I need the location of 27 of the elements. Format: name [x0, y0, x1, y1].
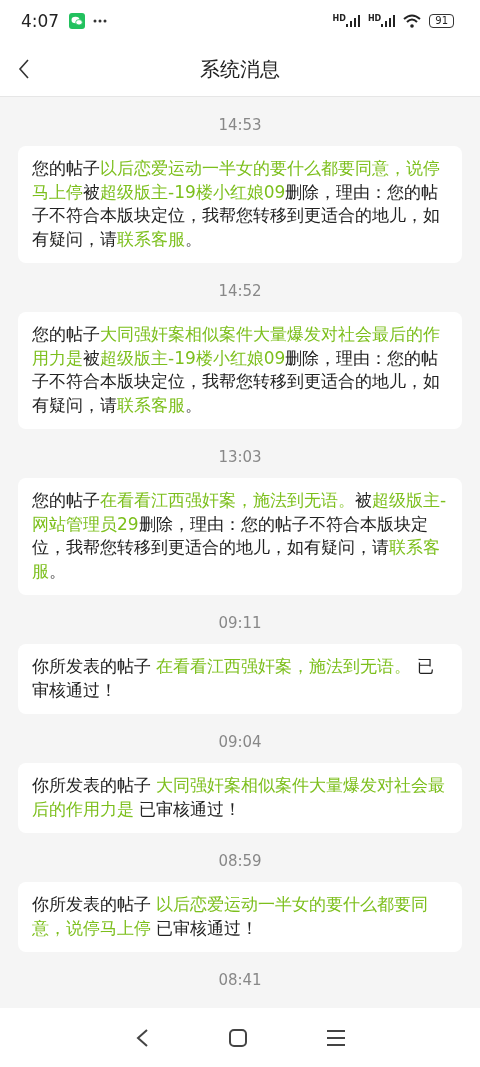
message-text: 您的帖子大同强奸案相似案件大量爆发对社会最后的作用力是被超级版主-19楼小红娘09删除，理由：您的帖子不符合本版块定位，我帮您转移到更适合的地儿，如有疑问，请联系客服。 — [32, 323, 441, 417]
message-text: 您的帖子在看看江西强奸案，施法到无语。被超级版主-网站管理员29删除，理由：您的帖子不符合本版块定位，我帮您转移到更适合的地儿，如有疑问，请联系客服。 — [32, 489, 448, 583]
battery-indicator: 91 — [429, 14, 454, 28]
message-text: 您的帖子以后恋爱运动一半女的要什么都要同意，说停马上停被超级版主-19楼小红娘09删除，理由：您的帖子不符合本版块定位，我帮您转移到更适合的地儿，如有疑问，请联系客服。 — [32, 157, 441, 251]
back-icon — [18, 59, 30, 79]
message-time: 14:53 — [217, 115, 263, 136]
message-time: 08:59 — [217, 851, 263, 872]
network-type-label: HD — [367, 15, 382, 23]
message-time: 09:11 — [217, 613, 263, 634]
message-time: 08:41 — [217, 970, 263, 991]
network-type-label: HD — [332, 15, 346, 23]
home-icon — [229, 1028, 247, 1047]
message-time: 14:52 — [217, 281, 263, 302]
more-icon — [93, 19, 108, 23]
message-text: 你所发表的帖子 大同强奸案相似案件大量爆发对社会最后的作用力是 已审核通过！ — [32, 774, 447, 821]
chat-app-icon — [69, 13, 86, 29]
page-title: 系统消息 — [200, 55, 280, 83]
message-text: 你所发表的帖子 以后恋爱运动一半女的要什么都要同意，说停马上停 已审核通过！ — [32, 893, 430, 940]
message-time: 09:04 — [217, 732, 263, 753]
menu-icon — [327, 1029, 345, 1046]
message-time: 13:03 — [217, 447, 263, 468]
signal-icon — [381, 15, 396, 27]
back-icon — [135, 1027, 149, 1048]
status-time: 4:07 — [21, 11, 60, 31]
signal-icon — [345, 15, 360, 27]
message-text: 你所发表的帖子 在看看江西强奸案，施法到无语。 已审核通过！ — [32, 655, 435, 702]
wifi-icon — [403, 14, 422, 28]
